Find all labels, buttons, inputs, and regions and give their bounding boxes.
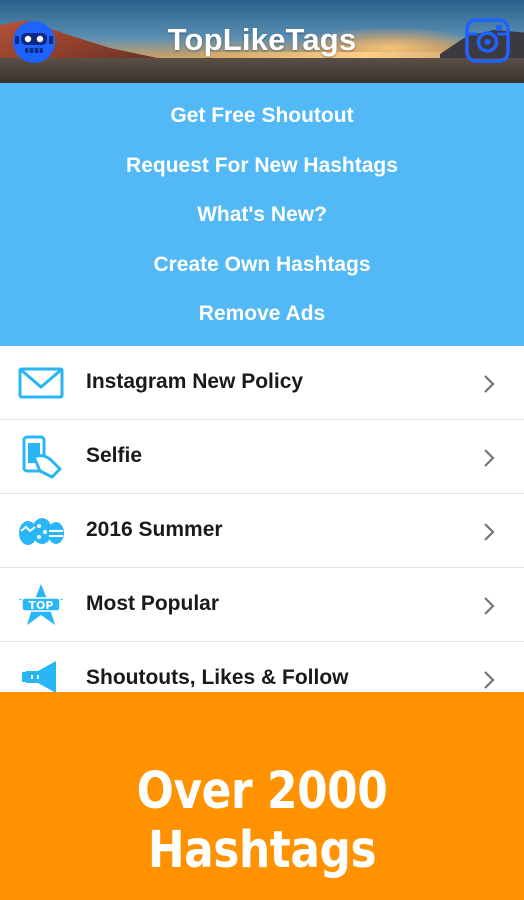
promo-banner-text: Over 2000 Hashtags bbox=[136, 762, 388, 880]
category-row-instagram-new-policy[interactable]: Instagram New Policy bbox=[0, 346, 524, 420]
header-background-ground bbox=[0, 58, 524, 83]
top-star-icon: TOP bbox=[18, 583, 64, 627]
get-free-shoutout-link[interactable]: Get Free Shoutout bbox=[0, 104, 524, 128]
category-row-shoutouts-likes-follow[interactable]: Shoutouts, Likes & Follow bbox=[0, 642, 524, 692]
envelope-icon bbox=[18, 361, 64, 405]
chevron-right-icon bbox=[484, 597, 495, 615]
chevron-right-icon bbox=[484, 375, 495, 393]
selfie-phone-icon bbox=[18, 435, 64, 479]
instagram-button[interactable] bbox=[465, 18, 510, 63]
remove-ads-link[interactable]: Remove Ads bbox=[0, 302, 524, 326]
megaphone-icon bbox=[18, 657, 64, 692]
promo-banner: Over 2000 Hashtags bbox=[0, 692, 524, 900]
app-header: TopLikeTags bbox=[0, 0, 524, 83]
easter-eggs-icon bbox=[18, 509, 64, 553]
app-title: TopLikeTags bbox=[167, 22, 357, 57]
category-label: Shoutouts, Likes & Follow bbox=[86, 666, 349, 689]
create-own-hashtags-link[interactable]: Create Own Hashtags bbox=[0, 253, 524, 277]
instagram-icon bbox=[465, 18, 510, 63]
category-row-2016-summer[interactable]: 2016 Summer bbox=[0, 494, 524, 568]
chevron-right-icon bbox=[484, 449, 495, 467]
chevron-right-icon bbox=[484, 671, 495, 689]
svg-text:TOP: TOP bbox=[29, 599, 54, 612]
category-row-most-popular[interactable]: TOP Most Popular bbox=[0, 568, 524, 642]
category-row-selfie[interactable]: Selfie bbox=[0, 420, 524, 494]
category-list: Instagram New Policy Selfie 2016 Summer … bbox=[0, 346, 524, 692]
chevron-right-icon bbox=[484, 523, 495, 541]
category-label: Instagram New Policy bbox=[86, 370, 304, 393]
whats-new-link[interactable]: What's New? bbox=[0, 203, 524, 227]
category-label: 2016 Summer bbox=[86, 518, 223, 541]
request-new-hashtags-link[interactable]: Request For New Hashtags bbox=[0, 154, 524, 178]
category-label: Most Popular bbox=[86, 592, 220, 615]
menu-panel: Get Free Shoutout Request For New Hashta… bbox=[0, 83, 524, 346]
category-label: Selfie bbox=[86, 444, 143, 467]
